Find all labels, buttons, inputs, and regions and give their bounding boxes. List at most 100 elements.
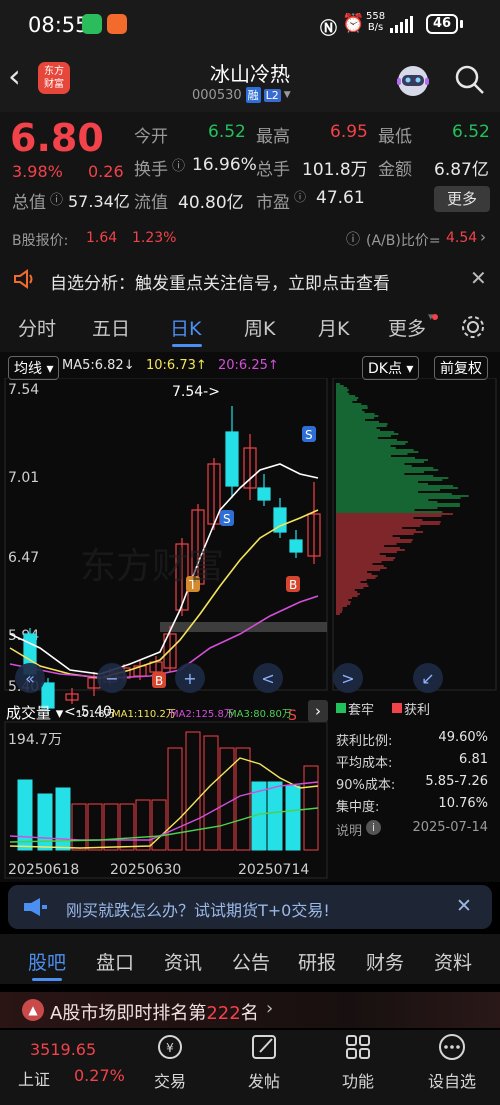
- tab-pankou[interactable]: 盘口: [96, 948, 134, 975]
- tab-five-day[interactable]: 五日: [92, 314, 130, 341]
- date-label: 20250630: [110, 862, 181, 878]
- search-icon[interactable]: [454, 64, 486, 96]
- pe-value: 47.61: [316, 188, 365, 208]
- stock-code-row[interactable]: 000530 融 L2 ▼: [192, 87, 291, 103]
- svg-text:¥: ¥: [166, 1041, 174, 1055]
- expand-arrow-icon[interactable]: ›: [308, 700, 328, 722]
- robot-assistant-icon[interactable]: [392, 60, 434, 102]
- nav-post-label: 发帖: [247, 1072, 280, 1091]
- tab-monthly-k[interactable]: 月K: [318, 314, 349, 341]
- low-label: 最低: [378, 127, 412, 147]
- tab-announcements[interactable]: 公告: [232, 948, 270, 975]
- mktcap-value: 57.34亿: [68, 192, 130, 211]
- chart-nav-icon: <: [261, 669, 274, 688]
- more-button[interactable]: 更多: [434, 186, 490, 212]
- tab-news[interactable]: 资讯: [164, 948, 202, 975]
- chip-value: 10.76%: [438, 796, 488, 811]
- settings-gear-icon[interactable]: [460, 314, 486, 340]
- profit-legend-swatch: [392, 703, 402, 713]
- index-percent[interactable]: 0.27%: [74, 1066, 125, 1085]
- info-circle-icon[interactable]: ⓘ: [172, 155, 185, 174]
- chevron-down-icon: ▼: [283, 90, 291, 100]
- trapped-legend: 套牢: [348, 703, 375, 718]
- chevron-right-icon[interactable]: ›: [480, 228, 486, 246]
- nav-functions-label: 功能: [341, 1072, 374, 1091]
- nav-post[interactable]: 发帖: [224, 1030, 304, 1091]
- low-value: 6.52: [452, 122, 490, 142]
- active-tab-indicator: [172, 344, 202, 347]
- open-label: 今开: [134, 127, 168, 147]
- volume-bar: [135, 799, 151, 851]
- ab-ratio-label[interactable]: (A/B)比价=: [366, 230, 441, 250]
- close-icon[interactable]: ✕: [470, 266, 487, 290]
- signal-marker-label: S: [305, 428, 313, 442]
- date-label: 20250714: [238, 862, 309, 878]
- amount-value: 6.87亿: [434, 160, 489, 180]
- float-label: 流值: [134, 193, 168, 213]
- nav-trade[interactable]: ¥ 交易: [130, 1030, 210, 1091]
- pe-label: 市盈: [256, 193, 290, 213]
- tab-daily-k[interactable]: 日K: [170, 314, 201, 341]
- index-value[interactable]: 3519.65: [30, 1040, 96, 1059]
- candle-body: [225, 431, 239, 487]
- open-value: 6.52: [208, 122, 246, 142]
- tab-guba[interactable]: 股吧: [28, 948, 66, 975]
- edit-icon: [252, 1035, 276, 1059]
- volume-bar: [285, 785, 301, 851]
- volume-selector[interactable]: 成交量 ▾: [6, 702, 63, 723]
- app-notification-icon: [107, 14, 127, 34]
- kline-chart-area: 均线 ▾ MA5:6.82↓ 10:6.73↑ 20:6.25↑ DK点 ▾ 前…: [0, 352, 500, 882]
- trapped-legend-swatch: [336, 703, 346, 713]
- adjust-price-button[interactable]: 前复权: [434, 356, 488, 380]
- y-axis-label: 6.47: [8, 550, 39, 566]
- grid-icon: [346, 1035, 370, 1059]
- tab-intraday[interactable]: 分时: [18, 314, 56, 341]
- y-axis-label: 7.01: [8, 470, 39, 486]
- tab-weekly-k[interactable]: 周K: [244, 314, 275, 341]
- analysis-ticker[interactable]: 自选分析：触发重点关注信号，立即点击查看 ✕: [0, 258, 500, 300]
- nav-add-watchlist[interactable]: 设自选: [412, 1030, 492, 1091]
- chip-value: 5.85-7.26: [425, 774, 488, 789]
- b-share-percent: 1.23%: [132, 230, 177, 246]
- status-time: 08:55: [28, 13, 89, 37]
- signal-marker-label: B: [289, 578, 297, 592]
- info-circle-icon[interactable]: ⓘ: [50, 189, 63, 208]
- cost-band: [160, 622, 327, 632]
- help-circle-icon[interactable]: ⓘ: [346, 229, 360, 249]
- turnover-label: 换手: [134, 160, 168, 180]
- chevron-right-icon: ›: [266, 998, 274, 1019]
- tab-research[interactable]: 研报: [298, 948, 336, 975]
- chart-nav-icon: ↙: [421, 669, 434, 688]
- volume-bar: [87, 803, 103, 851]
- close-icon[interactable]: ✕: [456, 895, 472, 917]
- candle-body: [257, 487, 271, 501]
- ab-ratio-value[interactable]: 4.54: [446, 230, 477, 246]
- volume-bar: [119, 803, 135, 851]
- b-share-label: B股报价:: [12, 233, 69, 249]
- profit-legend: 获利: [404, 703, 431, 718]
- volume-value: 101.8万: [302, 160, 368, 180]
- volume-label: 总手: [256, 160, 290, 180]
- ma-selector[interactable]: 均线 ▾: [8, 356, 60, 380]
- bottom-nav: 3519.65 上证 0.27% ¥ 交易 发帖 功能 设自选: [0, 1030, 500, 1105]
- change-percent: 3.98%: [12, 162, 63, 181]
- futures-ad-banner[interactable]: 刚买就跌怎么办？试试期货T+0交易! ✕: [8, 885, 492, 929]
- status-bar: 08:55 Ⓝ ⏰ 558 B/s 46: [0, 0, 500, 50]
- tab-more[interactable]: 更多: [388, 314, 426, 341]
- turnover-value: 16.96%: [192, 155, 257, 175]
- battery-icon: 46: [426, 14, 458, 34]
- ad-text: 刚买就跌怎么办？试试期货T+0交易!: [66, 901, 330, 920]
- l2-badge: L2: [263, 88, 281, 102]
- tab-profile[interactable]: 资料: [434, 948, 472, 975]
- tab-finance[interactable]: 财务: [366, 948, 404, 975]
- dk-points-button[interactable]: DK点 ▾: [362, 356, 420, 380]
- nav-functions[interactable]: 功能: [318, 1030, 398, 1091]
- signal-icon: [390, 16, 413, 33]
- candle-body: [289, 539, 303, 553]
- volume-bar: [203, 735, 219, 851]
- net-speed: 558 B/s: [366, 11, 386, 33]
- rank-banner[interactable]: ▲ A股市场即时排名第222名 ›: [0, 992, 500, 1028]
- index-name[interactable]: 上证: [18, 1066, 50, 1090]
- high-label: 最高: [256, 127, 290, 147]
- info-circle-icon[interactable]: ⓘ: [294, 188, 306, 205]
